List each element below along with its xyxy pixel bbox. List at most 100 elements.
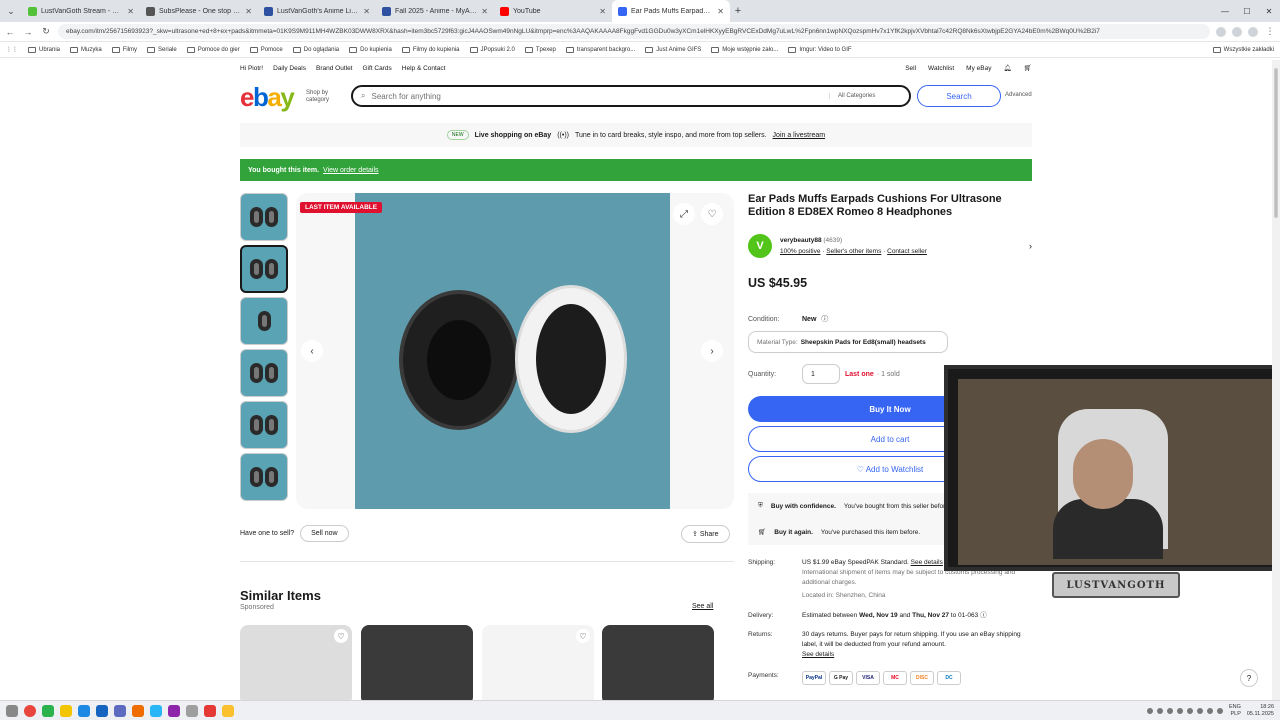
app-icon[interactable] <box>78 704 90 717</box>
header-link-my-ebay[interactable]: My eBay <box>966 65 991 72</box>
bookmark-item[interactable]: Muzyka <box>70 46 102 53</box>
tab-close-icon[interactable]: ✕ <box>363 7 370 16</box>
menu-icon[interactable]: ⋮ <box>1264 26 1276 37</box>
browser-tab[interactable]: LustVanGoth's Anime List - My ✕ <box>258 0 376 22</box>
header-link-help[interactable]: Help & Contact <box>402 65 446 72</box>
similar-item-card[interactable] <box>361 625 473 700</box>
profile-icon[interactable] <box>1248 26 1258 37</box>
app-icon[interactable] <box>204 704 216 717</box>
heart-icon[interactable]: ♡ <box>334 629 348 643</box>
start-icon[interactable] <box>6 704 18 717</box>
quantity-input[interactable]: 1 <box>802 364 840 384</box>
tab-close-icon[interactable]: ✕ <box>481 7 488 16</box>
thumbnail[interactable] <box>240 193 288 241</box>
search-input[interactable]: Search for anything <box>371 92 440 101</box>
all-bookmarks[interactable]: Wszystkie zakładki <box>1212 46 1274 53</box>
info-icon[interactable]: ⓘ <box>821 314 828 324</box>
tab-close-icon[interactable]: ✕ <box>717 7 724 16</box>
header-link-brand-outlet[interactable]: Brand Outlet <box>316 65 353 72</box>
similar-item-card[interactable] <box>602 625 714 700</box>
new-tab-button[interactable]: + <box>730 5 746 17</box>
app-icon[interactable] <box>186 704 198 717</box>
bookmark-item[interactable]: Pomoce <box>249 46 283 53</box>
bookmark-item[interactable]: Imgur: Video to GIF <box>788 46 852 53</box>
contact-seller-link[interactable]: Contact seller <box>887 248 927 255</box>
bookmark-item[interactable]: Seriale <box>147 46 177 53</box>
tray-icons[interactable] <box>1146 707 1223 714</box>
bookmark-item[interactable]: Do oglądania <box>292 46 339 53</box>
seller-positive[interactable]: 100% positive <box>780 248 820 255</box>
folder-icon[interactable] <box>222 704 234 717</box>
bookmark-item[interactable]: Pomoce do gier <box>186 46 240 53</box>
maximize-icon[interactable]: ☐ <box>1236 0 1258 22</box>
extension-icon[interactable] <box>1216 26 1226 37</box>
browser-tab[interactable]: LustVanGoth Stream - Watch Li ✕ <box>22 0 140 22</box>
thumbnail[interactable] <box>240 297 288 345</box>
bookmark-item[interactable]: Moje wstępnie zało... <box>711 46 778 53</box>
apps-icon[interactable]: ⋮⋮ <box>6 46 18 53</box>
advanced-search-link[interactable]: Advanced <box>1005 92 1032 98</box>
join-livestream-link[interactable]: Join a livestream <box>773 132 826 139</box>
header-link-watchlist[interactable]: Watchlist <box>928 65 954 72</box>
browser-tab[interactable]: SubsPlease - One stop shop fo ✕ <box>140 0 258 22</box>
header-link-daily-deals[interactable]: Daily Deals <box>273 65 306 72</box>
sell-now-button[interactable]: Sell now <box>300 525 349 542</box>
heart-icon[interactable]: ♡ <box>701 203 723 225</box>
bookmark-item[interactable]: JPopsuki 2.0 <box>469 46 515 53</box>
close-window-icon[interactable]: ✕ <box>1258 0 1280 22</box>
search-button[interactable]: Search <box>917 85 1001 107</box>
browser-tab[interactable]: YouTube ✕ <box>494 0 612 22</box>
tab-close-icon[interactable]: ✕ <box>127 7 134 16</box>
seller-other-items-link[interactable]: Seller's other items <box>826 248 881 255</box>
bookmark-item[interactable]: Ubrania <box>28 46 60 53</box>
page-scrollbar[interactable] <box>1272 60 1280 700</box>
heart-icon[interactable]: ♡ <box>576 629 590 643</box>
chevron-right-icon[interactable]: › <box>1029 241 1032 251</box>
view-order-link[interactable]: View order details <box>323 167 379 174</box>
forward-icon[interactable]: → <box>22 27 34 37</box>
header-link-sell[interactable]: Sell <box>905 65 916 72</box>
bookmark-item[interactable]: Filmy do kupienia <box>401 46 460 53</box>
next-image-icon[interactable]: › <box>701 340 723 362</box>
cart-icon[interactable]: 🛒︎ <box>1024 64 1032 72</box>
category-select[interactable]: All Categories <box>829 93 901 99</box>
thumbnail[interactable] <box>240 401 288 449</box>
material-type-select[interactable]: Material Type: Sheepskin Pads for Ed8(sm… <box>748 331 948 353</box>
search-box[interactable]: ⌕ Search for anything All Categories <box>351 85 911 107</box>
app-icon[interactable] <box>60 704 72 717</box>
url-field[interactable]: ebay.com/itm/256715693923?_skw=ultrasone… <box>58 24 1210 39</box>
minimize-icon[interactable]: — <box>1214 0 1236 22</box>
see-all-link[interactable]: See all <box>692 603 713 610</box>
app-icon[interactable] <box>150 704 162 717</box>
returns-see-details[interactable]: See details <box>802 650 1032 660</box>
clock[interactable]: 18:26 05.11.2025 <box>1247 704 1274 718</box>
back-icon[interactable]: ← <box>4 27 16 37</box>
app-icon[interactable] <box>132 704 144 717</box>
app-icon[interactable] <box>168 704 180 717</box>
bell-icon[interactable]: 🔔︎ <box>1003 64 1011 72</box>
scrollbar-thumb[interactable] <box>1274 68 1278 218</box>
similar-item-card[interactable]: ♡ <box>482 625 594 700</box>
tab-close-icon[interactable]: ✕ <box>599 7 606 16</box>
share-button[interactable]: ⇪ Share <box>681 525 730 543</box>
bookmark-item[interactable]: Tpexep <box>524 46 556 53</box>
bookmark-item[interactable]: Do kupienia <box>349 46 392 53</box>
product-photo[interactable] <box>355 193 670 509</box>
bookmark-item[interactable]: Just Anime GIFS <box>645 46 701 53</box>
shop-by-category[interactable]: Shop by category <box>306 90 336 104</box>
similar-item-card[interactable]: ♡ <box>240 625 352 700</box>
tab-close-icon[interactable]: ✕ <box>245 7 252 16</box>
extension-icon[interactable] <box>1232 26 1242 37</box>
thumbnail[interactable] <box>240 349 288 397</box>
bookmark-item[interactable]: Filmy <box>111 46 137 53</box>
bookmark-item[interactable]: transparent backgro... <box>565 46 635 53</box>
header-link-gift-cards[interactable]: Gift Cards <box>363 65 392 72</box>
language-indicator[interactable]: ENG PLP <box>1229 704 1241 718</box>
expand-icon[interactable]: ⤢ <box>673 203 695 225</box>
browser-tab-active[interactable]: Ear Pads Muffs Earpads Cushio✕ <box>612 0 730 22</box>
reload-icon[interactable]: ↻ <box>40 26 52 37</box>
app-icon[interactable] <box>96 704 108 717</box>
app-icon[interactable] <box>114 704 126 717</box>
help-icon[interactable]: ? <box>1240 669 1258 687</box>
prev-image-icon[interactable]: ‹ <box>301 340 323 362</box>
